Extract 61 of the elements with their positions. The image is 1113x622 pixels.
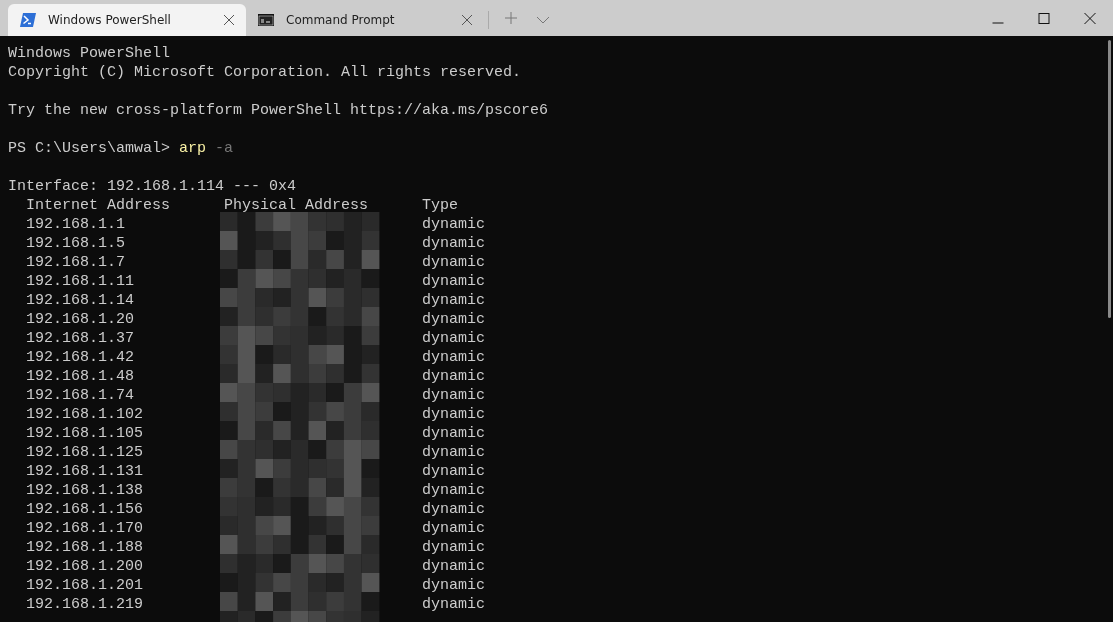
entry-type: dynamic xyxy=(422,443,485,462)
entry-type: dynamic xyxy=(422,538,485,557)
powershell-icon xyxy=(20,13,36,27)
ip-address: 192.168.1.102 xyxy=(26,405,145,424)
ip-address: 192.168.1.125 xyxy=(26,443,145,462)
entry-type: dynamic xyxy=(422,386,485,405)
column-header: Physical Address xyxy=(224,196,370,215)
tab[interactable]: Command Prompt xyxy=(246,4,484,36)
ip-address: 192.168.1.42 xyxy=(26,348,136,367)
ip-address: 192.168.1.1 xyxy=(26,215,127,234)
ip-address: 192.168.1.105 xyxy=(26,424,145,443)
ip-address: 192.168.1.48 xyxy=(26,367,136,386)
ip-address: 192.168.1.219 xyxy=(26,595,145,614)
entry-type: dynamic xyxy=(422,462,485,481)
console-line: Windows PowerShell xyxy=(8,45,171,62)
ip-address: 192.168.1.138 xyxy=(26,481,145,500)
column-header: Internet Address xyxy=(26,196,172,215)
ip-address: 192.168.1.170 xyxy=(26,519,145,538)
command-text: arp xyxy=(179,140,207,157)
entry-type: dynamic xyxy=(422,234,485,253)
entry-type: dynamic xyxy=(422,500,485,519)
ip-address: 192.168.1.131 xyxy=(26,462,145,481)
ip-address: 192.168.1.156 xyxy=(26,500,145,519)
ip-address: 192.168.1.74 xyxy=(26,386,136,405)
entry-type: dynamic xyxy=(422,272,485,291)
entry-type: dynamic xyxy=(422,253,485,272)
entry-type: dynamic xyxy=(422,595,485,614)
ip-address: 192.168.1.201 xyxy=(26,576,145,595)
entry-type: dynamic xyxy=(422,215,485,234)
ip-address: 192.168.1.11 xyxy=(26,272,136,291)
chevron-down-icon[interactable] xyxy=(537,17,549,24)
entry-type: dynamic xyxy=(422,310,485,329)
scrollbar-thumb[interactable] xyxy=(1108,40,1111,318)
entry-type: dynamic xyxy=(422,557,485,576)
entry-type: dynamic xyxy=(422,348,485,367)
console-line: Try the new cross-platform PowerShell https://aka.ms/pscore6 xyxy=(8,102,549,119)
ip-address: 192.168.1.188 xyxy=(26,538,145,557)
tab[interactable]: Windows PowerShell xyxy=(8,4,246,36)
interface-line: Interface: 192.168.1.114 --- 0x4 xyxy=(8,178,297,195)
ip-address: 192.168.1.5 xyxy=(26,234,127,253)
entry-type: dynamic xyxy=(422,481,485,500)
ip-address: 192.168.1.7 xyxy=(26,253,127,272)
close-icon[interactable] xyxy=(224,15,234,25)
ip-address: 192.168.1.14 xyxy=(26,291,136,310)
close-icon[interactable] xyxy=(462,15,472,25)
entry-type: dynamic xyxy=(422,424,485,443)
ip-address: 192.168.1.20 xyxy=(26,310,136,329)
entry-type: dynamic xyxy=(422,519,485,538)
plus-icon[interactable] xyxy=(505,12,517,24)
command-argument: -a xyxy=(215,140,234,157)
entry-type: dynamic xyxy=(422,367,485,386)
ip-address: 192.168.1.37 xyxy=(26,329,136,348)
entry-type: dynamic xyxy=(422,405,485,424)
ip-address: 192.168.1.200 xyxy=(26,557,145,576)
entry-type: dynamic xyxy=(422,291,485,310)
prompt-path: PS C:\Users\amwal> xyxy=(8,140,171,157)
entry-type: dynamic xyxy=(422,329,485,348)
column-header: Type xyxy=(422,196,458,215)
console-line: Copyright (C) Microsoft Corporation. All rights reserved. xyxy=(8,64,522,81)
terminal-icon xyxy=(258,14,274,26)
entry-type: dynamic xyxy=(422,576,485,595)
